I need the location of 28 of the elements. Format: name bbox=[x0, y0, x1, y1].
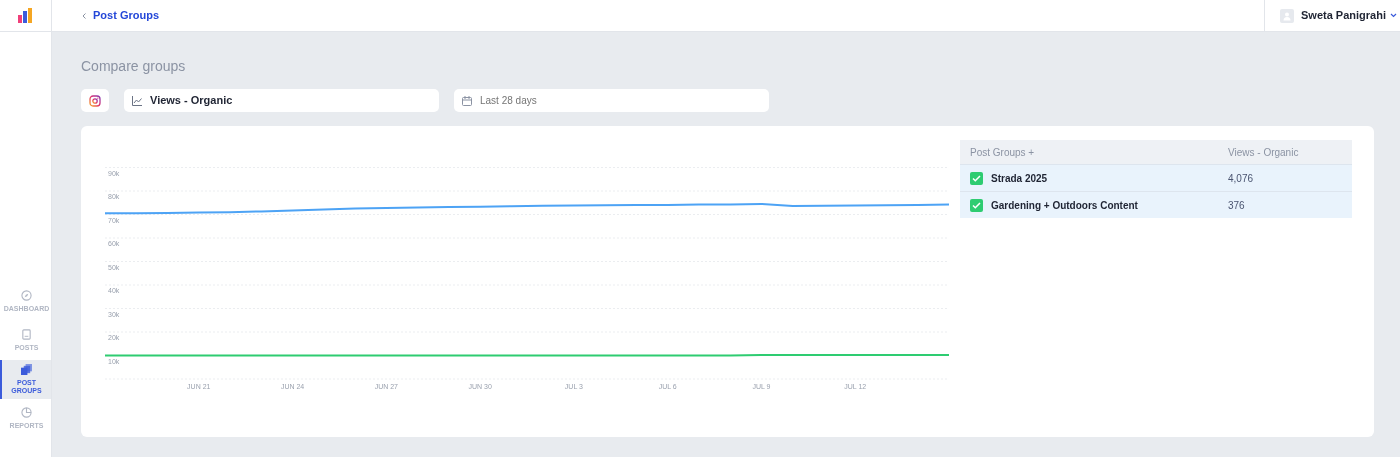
user-name: Sweta Panigrahi bbox=[1301, 8, 1386, 24]
instagram-icon bbox=[89, 94, 101, 107]
document-icon bbox=[21, 329, 32, 341]
table-row[interactable]: Strada 2025 4,076 bbox=[960, 164, 1352, 191]
line-chart-icon bbox=[132, 95, 142, 106]
column-header[interactable]: Post Groups + bbox=[970, 144, 1228, 160]
calendar-icon bbox=[462, 95, 472, 106]
date-range-field[interactable]: Last 28 days bbox=[454, 89, 769, 112]
checkbox[interactable] bbox=[970, 198, 983, 212]
metric-select[interactable]: Views - Organic bbox=[124, 89, 439, 112]
checkbox[interactable] bbox=[970, 171, 983, 185]
column-header: Views - Organic bbox=[1228, 145, 1299, 160]
logo-icon bbox=[18, 8, 33, 23]
views-value: 4,076 bbox=[1228, 171, 1254, 186]
caret-icon[interactable] bbox=[1390, 13, 1397, 18]
instagram-button[interactable] bbox=[81, 89, 109, 112]
group-name: Gardening + Outdoors Content bbox=[991, 198, 1138, 213]
back-chevron-icon bbox=[82, 12, 86, 19]
table-row[interactable]: Gardening + Outdoors Content 376 bbox=[960, 191, 1352, 218]
date-range-input[interactable]: Last 28 days bbox=[480, 93, 760, 108]
back-link[interactable]: Post Groups bbox=[93, 7, 159, 24]
views-value: 376 bbox=[1228, 198, 1245, 213]
page-title: Compare groups bbox=[81, 57, 187, 76]
pie-chart-icon bbox=[21, 407, 32, 419]
group-name: Strada 2025 bbox=[991, 171, 1048, 186]
avatar-icon bbox=[1280, 8, 1294, 23]
compass-icon bbox=[21, 290, 32, 302]
stacked-pages-icon bbox=[21, 364, 32, 376]
